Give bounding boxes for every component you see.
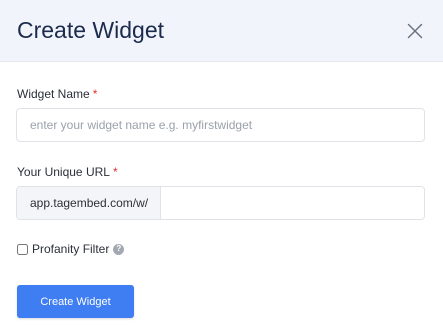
unique-url-label: Your Unique URL *	[17, 165, 118, 179]
modal-title: Create Widget	[17, 17, 165, 43]
modal-header: Create Widget	[0, 0, 443, 62]
profanity-filter-label: Profanity Filter	[32, 242, 110, 256]
widget-name-label: Widget Name *	[17, 87, 97, 101]
close-icon	[407, 23, 423, 38]
question-circle-icon[interactable]: ?	[113, 243, 125, 255]
create-widget-modal: Create Widget Widget Name* Your Unique U…	[0, 0, 443, 336]
required-mark: *	[92, 87, 98, 101]
profanity-filter-row: Profanity Filter ?	[16, 242, 125, 256]
unique-url-label-text: Your Unique URL	[17, 165, 110, 179]
create-widget-button[interactable]: Create Widget	[17, 285, 134, 318]
unique-url-group: app.tagembed.com/w/	[16, 186, 425, 220]
unique-url-input[interactable]	[161, 187, 424, 219]
close-button[interactable]	[403, 19, 427, 43]
widget-name-label-text: Widget Name	[17, 87, 90, 101]
profanity-filter-checkbox[interactable]	[17, 243, 28, 255]
url-prefix: app.tagembed.com/w/	[17, 187, 162, 219]
widget-name-input[interactable]	[16, 108, 425, 142]
required-mark: *	[112, 165, 118, 179]
